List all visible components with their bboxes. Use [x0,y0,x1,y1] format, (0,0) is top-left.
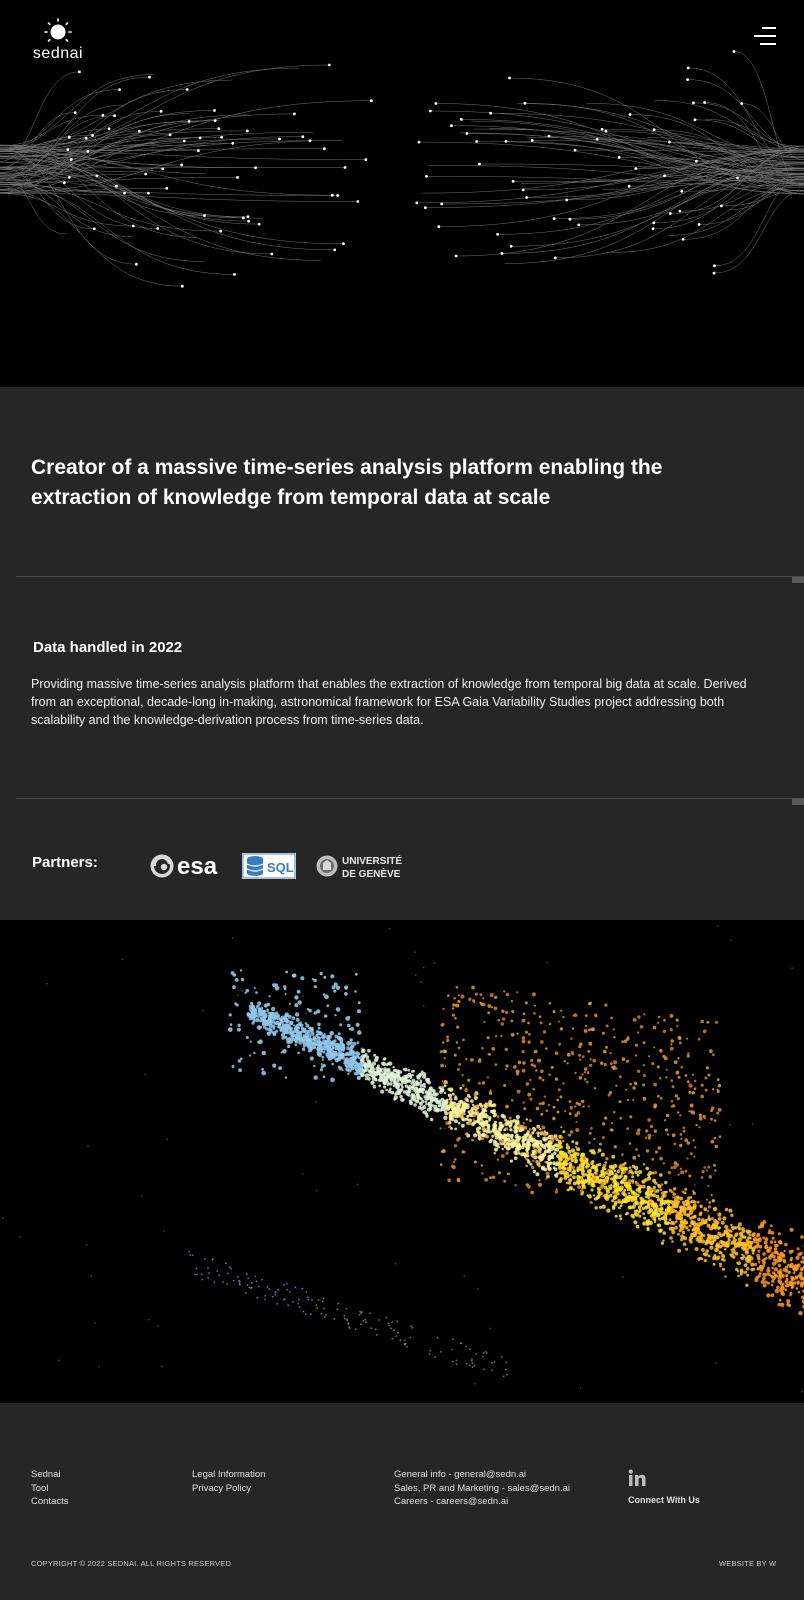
footer-legal-col: Legal Information Privacy Policy [192,1468,265,1495]
hero-banner: sednai [0,0,804,387]
footer-link-sednai[interactable]: Sednai [31,1468,69,1482]
esa-logo[interactable]: esa [150,852,222,880]
page-headline: Creator of a massive time-series analysi… [31,456,663,509]
divider-tab [792,577,804,583]
sql-logo-text: SQL [267,860,294,875]
footer-link-legal[interactable]: Legal Information [192,1468,265,1482]
footer-link-tool[interactable]: Tool [31,1482,69,1496]
sednai-logo[interactable]: sednai [30,18,86,64]
footer-nav-col: Sednai Tool Contacts [31,1468,69,1509]
partners-label: Partners: [32,854,98,871]
footer-link-privacy[interactable]: Privacy Policy [192,1482,265,1496]
copyright-text: COPYRIGHT © 2022 SEDNAI. ALL RIGHTS RESE… [31,1559,232,1568]
unige-line2: DE GENÈVE [342,867,401,880]
connect-with-us: Connect With Us [628,1495,700,1505]
star-scatter-graphic [2,925,804,1393]
website-credit[interactable]: WEBSITE BY W [719,1559,776,1568]
esa-logo-text: esa [177,853,218,880]
site-footer: Sednai Tool Contacts Legal Information P… [0,1403,804,1600]
footer-contact-col: General info - general@sedn.ai Sales, PR… [394,1468,570,1509]
hero-fiber-graphic [0,50,804,288]
hr-diagram-graphic [0,920,804,1403]
section-divider [16,798,804,799]
divider-tab [792,799,804,805]
footer-email-sales[interactable]: Sales, PR and Marketing - sales@sedn.ai [394,1482,570,1496]
footer-email-general[interactable]: General info - general@sedn.ai [394,1468,570,1482]
brand-name: sednai [32,45,84,62]
data-section-title: Data handled in 2022 [33,639,183,656]
linkedin-icon[interactable] [628,1469,646,1487]
footer-link-contacts[interactable]: Contacts [31,1495,69,1509]
unige-line1: UNIVERSITÉ [342,854,402,867]
intro-section: Creator of a massive time-series analysi… [0,387,804,920]
footer-email-careers[interactable]: Careers - careers@sedn.ai [394,1495,570,1509]
data-section-text: Providing massive time-series analysis p… [31,677,747,727]
unige-logo[interactable]: UNIVERSITÉ DE GENÈVE [316,852,402,880]
sql-database-logo[interactable]: SQL [241,852,297,880]
sun-icon [44,18,72,42]
section-divider [16,576,804,577]
menu-icon[interactable] [750,24,776,48]
